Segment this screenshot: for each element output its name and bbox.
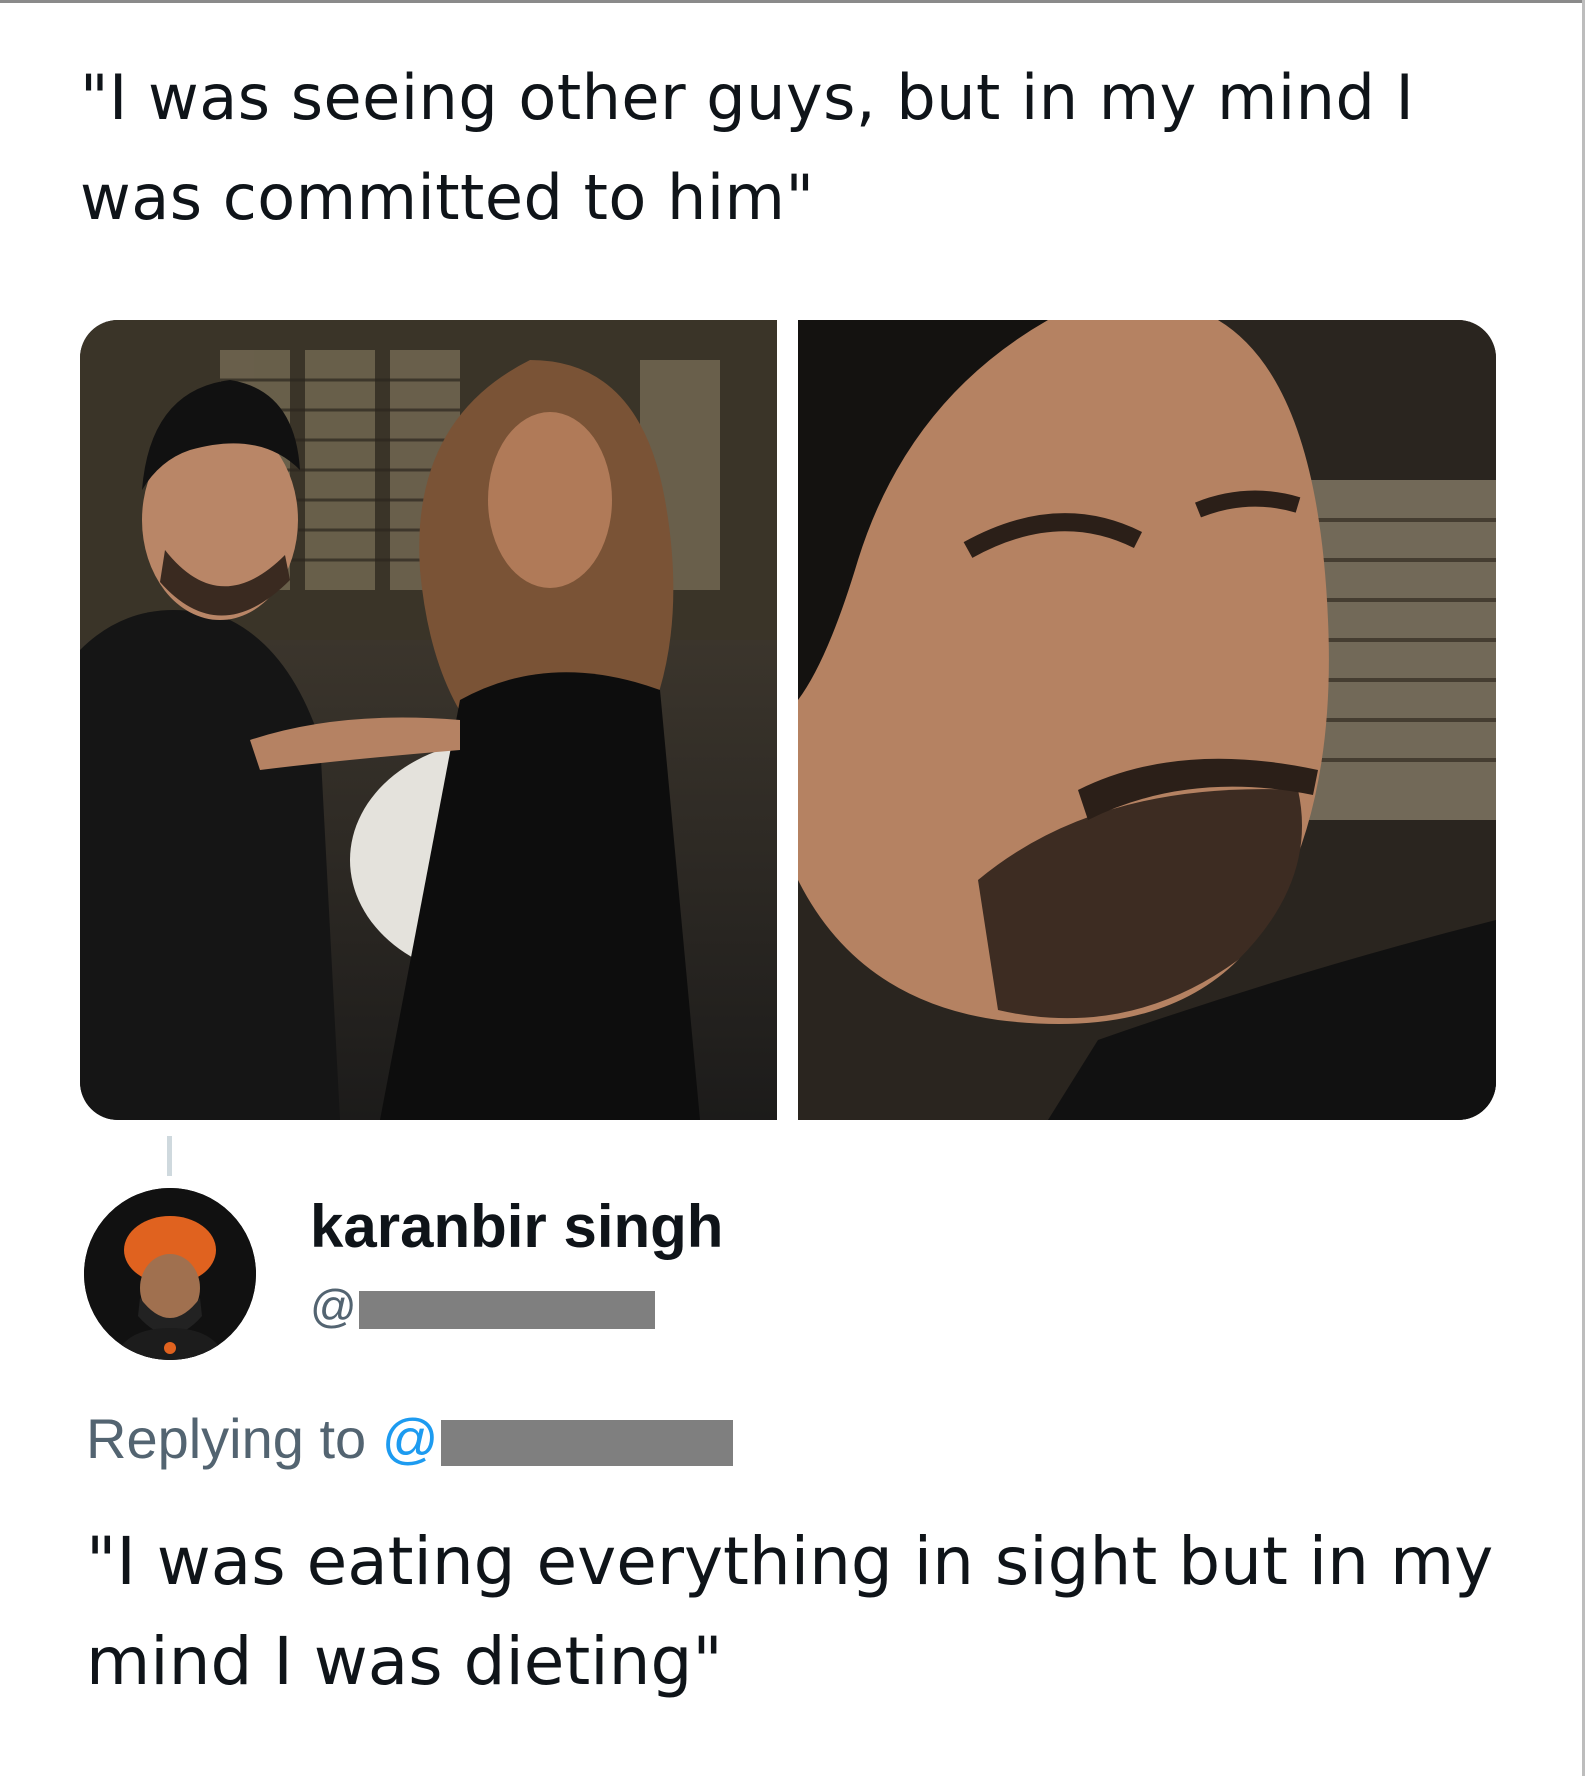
replying-to-mention[interactable]: @ bbox=[382, 1407, 733, 1470]
thread-connector bbox=[167, 1136, 172, 1176]
replying-to-label: Replying to bbox=[86, 1407, 367, 1470]
top-border bbox=[0, 0, 1585, 3]
avatar[interactable] bbox=[84, 1188, 256, 1360]
media-grid[interactable] bbox=[80, 320, 1496, 1120]
mention-at-sign: @ bbox=[381, 1407, 439, 1470]
two-people-illustration bbox=[80, 320, 777, 1120]
left-photo[interactable] bbox=[80, 320, 777, 1120]
replying-to-line: Replying to @ bbox=[86, 1404, 733, 1474]
right-photo[interactable] bbox=[798, 320, 1496, 1120]
post-text: "I was seeing other guys, but in my mind… bbox=[80, 61, 1415, 234]
reply-handle[interactable]: @ bbox=[310, 1278, 655, 1334]
mention-redaction bbox=[440, 1420, 733, 1467]
media-divider bbox=[777, 320, 798, 1120]
avatar-image bbox=[84, 1188, 256, 1360]
man-closeup-illustration bbox=[798, 320, 1496, 1120]
handle-at-sign: @ bbox=[310, 1280, 357, 1332]
reply-display-name[interactable]: karanbir singh bbox=[310, 1190, 723, 1264]
reply-text: "I was eating everything in sight but in… bbox=[86, 1523, 1494, 1700]
handle-redaction bbox=[358, 1290, 655, 1329]
